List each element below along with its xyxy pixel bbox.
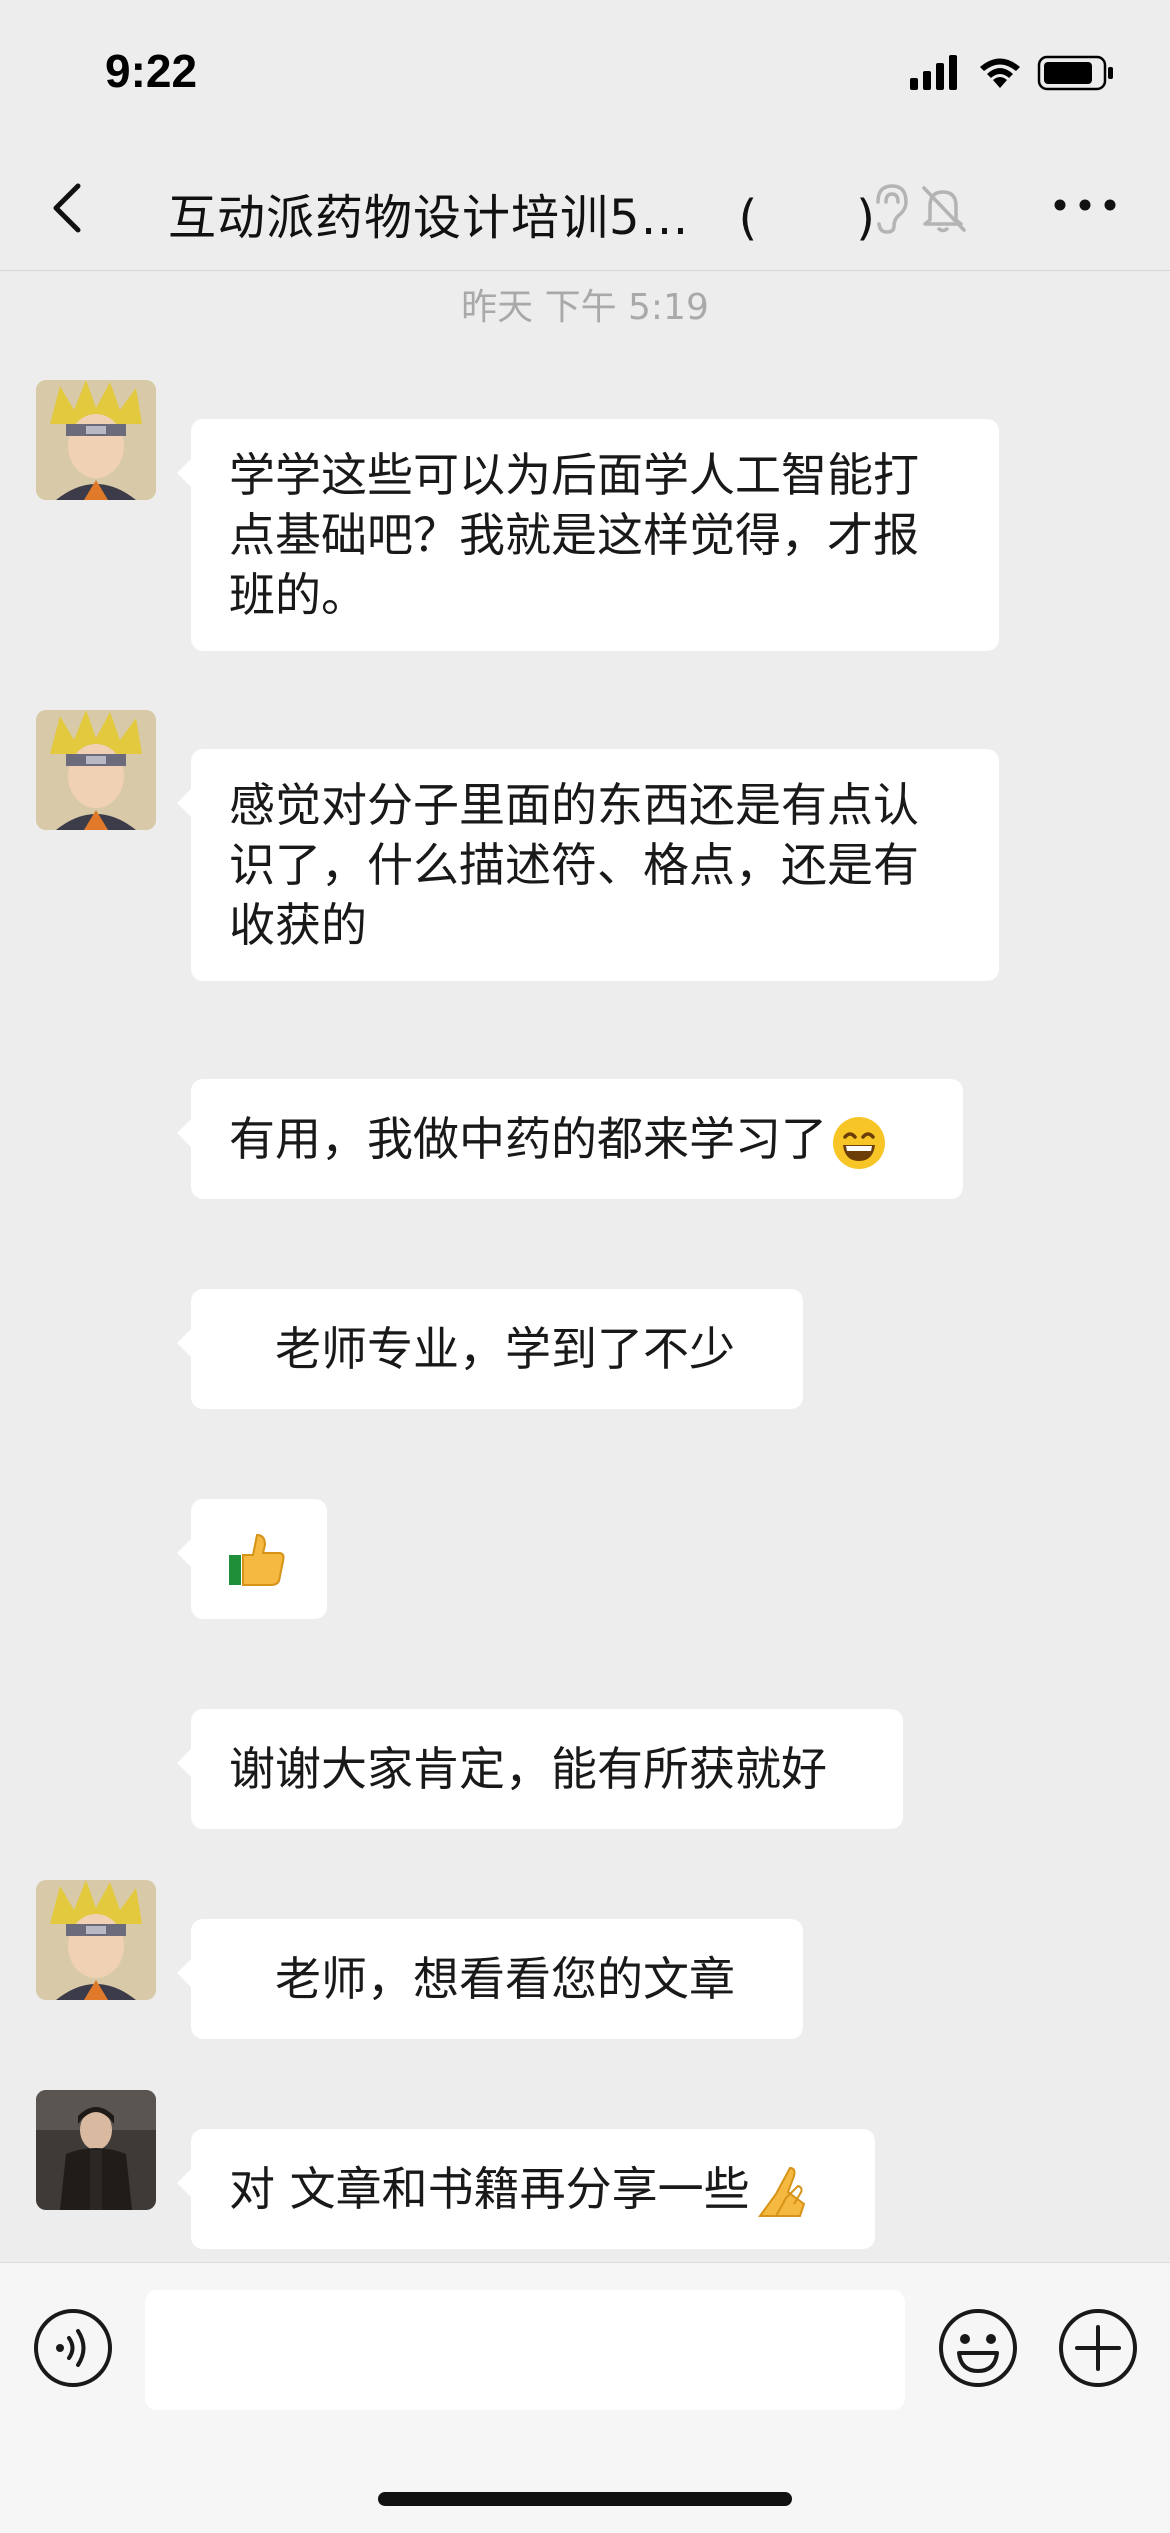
thumbs-up-emoji bbox=[229, 1533, 285, 1586]
wifi-icon bbox=[980, 58, 1020, 88]
anime-ninja-avatar[interactable] bbox=[36, 710, 156, 830]
message-text: 老师，想看看您的文章 bbox=[275, 1952, 735, 2006]
chat-header: 互动派药物设计培训5… ( ) bbox=[0, 150, 1170, 271]
message-bubble[interactable]: 老师，想看看您的文章 bbox=[177, 1919, 803, 2039]
status-icons bbox=[910, 55, 1113, 91]
message-bubble[interactable]: 对 文章和书籍再分享一些 bbox=[177, 2129, 875, 2249]
voice-input-icon[interactable] bbox=[32, 2307, 114, 2389]
status-time: 9:22 bbox=[105, 45, 198, 97]
dark-photo-avatar[interactable] bbox=[36, 2090, 156, 2210]
message-input[interactable] bbox=[145, 2290, 905, 2410]
battery-icon bbox=[1037, 55, 1113, 91]
message-text: 谢谢大家肯定，能有所获就好 bbox=[229, 1742, 827, 1796]
message-bubble[interactable]: 学学这些可以为后面学人工智能打点基础吧？我就是这样觉得，才报班的。 bbox=[177, 419, 999, 651]
back-arrow-icon[interactable] bbox=[40, 178, 100, 238]
muted-bell-icon bbox=[922, 186, 966, 233]
folded-hands-emoji bbox=[757, 2166, 805, 2217]
message-bubble[interactable]: 老师专业，学到了不少 bbox=[177, 1289, 803, 1409]
anime-ninja-avatar[interactable] bbox=[36, 380, 156, 500]
message-text: 有用，我做中药的都来学习了 bbox=[229, 1112, 827, 1166]
chat-title[interactable]: 互动派药物设计培训5… ( ) bbox=[168, 178, 876, 248]
message-text: 对 文章和书籍再分享一些 bbox=[229, 2162, 750, 2216]
earpiece-mode-icon bbox=[876, 184, 908, 234]
cellular-signal-icon bbox=[910, 55, 957, 90]
status-bar: 9:22 bbox=[0, 0, 1170, 150]
message-bubble[interactable]: 有用，我做中药的都来学习了 bbox=[177, 1079, 963, 1199]
anime-ninja-avatar[interactable] bbox=[36, 1880, 156, 2000]
home-indicator bbox=[378, 2492, 792, 2506]
message-bubble[interactable]: 谢谢大家肯定，能有所获就好 bbox=[177, 1709, 903, 1829]
message-timestamp: 昨天 下午 5:19 bbox=[461, 287, 709, 328]
message-bubble[interactable]: 感觉对分子里面的东西还是有点认识了，什么描述符、格点，还是有收获的 bbox=[177, 749, 999, 981]
more-options-icon[interactable] bbox=[1050, 190, 1120, 220]
grinning-face-emoji bbox=[833, 1116, 885, 1169]
message-text: 感觉对分子里面的东西还是有点认识了，什么描述符、格点，还是有收获的 bbox=[229, 778, 919, 952]
more-functions-plus-icon[interactable] bbox=[1057, 2307, 1139, 2389]
emoji-picker-icon[interactable] bbox=[937, 2307, 1019, 2389]
message-bubble[interactable] bbox=[177, 1499, 327, 1619]
message-text: 老师专业，学到了不少 bbox=[275, 1322, 735, 1376]
message-text: 学学这些可以为后面学人工智能打点基础吧？我就是这样觉得，才报班的。 bbox=[229, 448, 919, 622]
